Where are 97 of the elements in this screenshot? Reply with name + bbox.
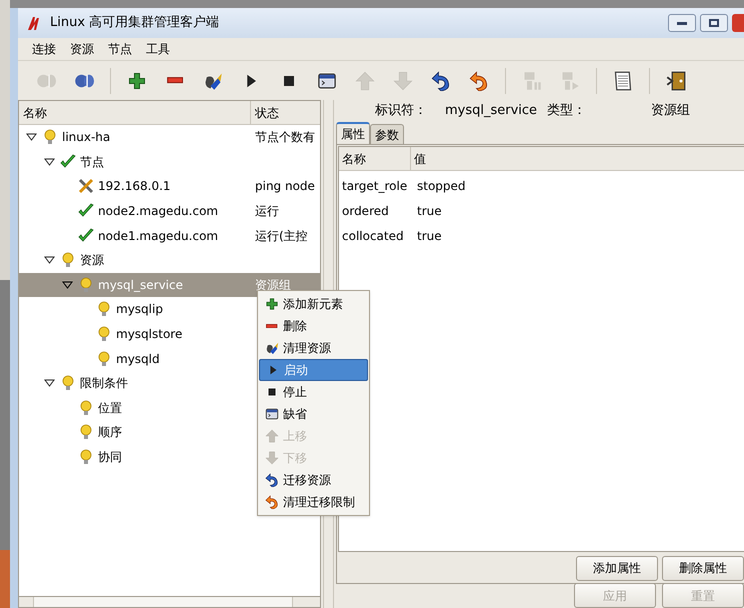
menu-item[interactable]: 启动: [259, 359, 368, 381]
light-bulb-icon: [78, 276, 94, 293]
document-icon: [613, 70, 633, 90]
tree-label: 资源: [80, 252, 104, 270]
identifier-value: mysql_service: [445, 102, 538, 120]
tab[interactable]: 参数: [370, 124, 404, 144]
status-text: ping node: [254, 178, 316, 196]
check-mark-icon: [78, 228, 94, 244]
tree-row[interactable]: linux-ha 节点个数有: [19, 125, 320, 150]
light-bulb-icon: [78, 449, 94, 466]
tree-label: 位置: [98, 400, 122, 417]
column-header[interactable]: 值: [411, 147, 744, 170]
type-value: 资源组: [651, 102, 690, 120]
menu-item[interactable]: 清理迁移限制: [259, 491, 368, 513]
table-cell-text: true: [416, 202, 443, 220]
menu-item[interactable]: 停止: [259, 381, 368, 403]
check-mark-icon: [78, 203, 94, 220]
tree-label: 节点: [80, 154, 104, 171]
tree-row[interactable]: 资源: [19, 248, 320, 273]
status-text: 运行: [254, 203, 280, 220]
type-label: 类型：: [547, 102, 586, 120]
minus-icon: [266, 324, 278, 328]
up-arrow-icon: [265, 429, 279, 443]
expander-down-icon[interactable]: [62, 280, 72, 289]
tree-row[interactable]: 节点: [19, 150, 320, 174]
table-cell-text: ordered: [341, 202, 390, 220]
menu-item[interactable]: 迁移资源: [259, 469, 368, 491]
minimize-button[interactable]: [668, 14, 696, 32]
tree-label: 顺序: [98, 424, 122, 442]
table-cell-text: stopped: [416, 178, 467, 194]
window-title: Linux 高可用集群管理客户端: [50, 14, 220, 32]
column-header[interactable]: 名称: [339, 147, 411, 170]
undo-arrow-icon: [469, 70, 489, 90]
button[interactable]: 删除属性: [662, 556, 744, 580]
down-arrow-icon: [393, 70, 413, 90]
tree-label: 192.168.0.1: [98, 178, 171, 196]
app-logo-icon: [26, 15, 42, 31]
undo-arrow-icon: [265, 495, 279, 509]
light-bulb-icon: [60, 375, 76, 392]
light-bulb-icon: [96, 301, 112, 318]
menu-item[interactable]: 缺省: [259, 403, 368, 425]
column-header[interactable]: 名称: [19, 101, 251, 124]
light-bulb-icon: [96, 326, 112, 342]
expander-down-icon[interactable]: [44, 158, 54, 166]
broom-icon: [265, 341, 279, 355]
server-icon: [522, 70, 542, 90]
expander-down-icon[interactable]: [44, 379, 54, 388]
tree-label: mysqlstore: [116, 326, 182, 344]
tab[interactable]: 属性: [336, 122, 370, 144]
identifier-label: 标识符：: [375, 102, 427, 120]
tree-row[interactable]: node1.magedu.com 运行(主控: [19, 223, 320, 248]
tree-label: node1.magedu.com: [98, 228, 218, 245]
undo-arrow-icon: [265, 473, 279, 487]
status-text: 运行(主控: [254, 228, 309, 245]
horizontal-scrollbar[interactable]: [19, 596, 320, 607]
tree-row[interactable]: 192.168.0.1 ping node: [19, 174, 320, 199]
tree-label: 限制条件: [80, 375, 128, 392]
minus-icon: [166, 77, 184, 84]
plus-icon: [265, 297, 279, 311]
menu-item[interactable]: 连接: [32, 40, 56, 58]
menu-item[interactable]: 工具: [146, 40, 170, 58]
menu-item[interactable]: 清理资源: [259, 337, 368, 359]
down-arrow-icon: [265, 451, 279, 465]
button[interactable]: 添加属性: [576, 556, 658, 580]
maximize-button[interactable]: [700, 14, 728, 32]
tree-label: node2.magedu.com: [98, 203, 218, 220]
tree-label: 协同: [98, 449, 122, 466]
status-text: 节点个数有: [254, 129, 316, 146]
column-header[interactable]: 状态: [251, 101, 320, 124]
console-icon: [265, 407, 279, 421]
tree-row[interactable]: node2.magedu.com 运行: [19, 198, 320, 224]
light-bulb-icon: [60, 252, 76, 268]
light-bulb-icon: [78, 424, 94, 440]
tree-label: mysqlip: [116, 301, 163, 318]
tools-icon: [78, 178, 94, 194]
exit-door-icon: [666, 70, 686, 90]
table-cell-text: collocated: [341, 228, 405, 244]
undo-arrow-icon: [431, 70, 451, 90]
console-icon: [317, 70, 337, 90]
light-bulb-icon: [42, 129, 58, 146]
light-bulb-icon: [96, 350, 112, 367]
plus-icon: [127, 70, 147, 90]
tree-label: linux-ha: [62, 129, 110, 146]
expander-down-icon[interactable]: [44, 256, 54, 264]
tree-label: mysql_service: [98, 276, 183, 294]
server-icon: [560, 70, 580, 90]
status-text: 资源组: [254, 276, 292, 294]
table-cell-text: true: [416, 228, 443, 244]
up-arrow-icon: [355, 70, 375, 90]
table-cell-text: target_role: [341, 178, 408, 194]
expander-down-icon[interactable]: [26, 133, 36, 142]
light-bulb-icon: [78, 400, 94, 416]
menu-item[interactable]: 删除: [259, 315, 368, 337]
check-mark-icon: [60, 154, 76, 170]
menu-item[interactable]: 节点: [108, 40, 132, 58]
tree-label: mysqld: [116, 350, 160, 368]
menu-item[interactable]: 资源: [70, 40, 94, 58]
